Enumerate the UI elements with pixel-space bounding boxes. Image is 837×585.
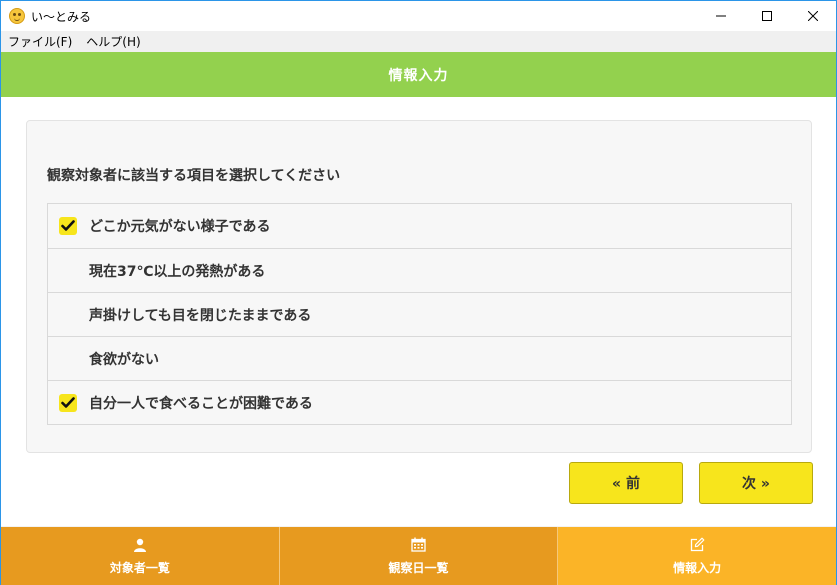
checklist: どこか元気がない様子である 現在37℃以上の発熱がある 声掛けしても目を閉じたま…	[47, 203, 792, 425]
next-button[interactable]: 次 »	[699, 462, 813, 504]
checklist-item-label: どこか元気がない様子である	[89, 219, 271, 235]
checklist-item-label: 声掛けしても目を閉じたままである	[89, 307, 312, 324]
prev-button[interactable]: « 前	[569, 462, 683, 504]
minimize-button[interactable]	[698, 1, 744, 31]
tab-label: 対象者一覧	[109, 560, 170, 575]
selection-prompt: 観察対象者に該当する項目を選択してください	[47, 168, 341, 184]
tab-label: 観察日一覧	[388, 560, 449, 575]
menu-help[interactable]: ヘルプ(H)	[79, 33, 147, 50]
checklist-item-5[interactable]: 自分一人で食べることが困難である	[48, 380, 791, 424]
checklist-item-4[interactable]: 食欲がない	[48, 336, 791, 380]
window-title: い〜とみる	[31, 9, 92, 24]
title-bar[interactable]: い〜とみる	[1, 1, 836, 31]
checkbox[interactable]	[59, 350, 77, 368]
checklist-item-3[interactable]: 声掛けしても目を閉じたままである	[48, 292, 791, 336]
calendar-icon	[411, 537, 426, 553]
checkbox[interactable]	[59, 306, 77, 324]
checklist-item-label: 食欲がない	[89, 351, 159, 368]
close-icon	[808, 11, 818, 21]
check-icon	[61, 220, 75, 231]
smiley-icon	[9, 8, 25, 24]
checklist-item-1[interactable]: どこか元気がない様子である	[48, 204, 791, 248]
window-controls	[698, 1, 836, 31]
tab-observation-dates[interactable]: 観察日一覧	[279, 527, 559, 585]
close-button[interactable]	[790, 1, 836, 31]
check-icon	[61, 396, 75, 408]
bottom-nav: 対象者一覧 観察日一覧 情報入力	[1, 526, 837, 585]
edit-icon	[690, 537, 705, 553]
tab-subject-list[interactable]: 対象者一覧	[1, 527, 280, 585]
checklist-item-label: 現在37℃以上の発熱がある	[89, 263, 266, 280]
checkbox[interactable]	[59, 217, 77, 235]
checkbox[interactable]	[59, 262, 77, 280]
maximize-button[interactable]	[744, 1, 790, 31]
menu-file[interactable]: ファイル(F)	[1, 33, 79, 50]
checklist-item-2[interactable]: 現在37℃以上の発熱がある	[48, 248, 791, 292]
minimize-icon	[716, 15, 726, 17]
tab-label: 情報入力	[673, 560, 722, 575]
menu-bar: ファイル(F) ヘルプ(H)	[1, 31, 836, 52]
page-title: 情報入力	[388, 67, 449, 84]
page-header: 情報入力	[1, 52, 836, 97]
checkbox[interactable]	[59, 393, 77, 412]
user-icon	[133, 537, 147, 553]
checklist-item-label: 自分一人で食べることが困難である	[89, 395, 313, 412]
selection-card: 観察対象者に該当する項目を選択してください どこか元気がない様子である 現在37…	[26, 120, 812, 453]
tab-info-input[interactable]: 情報入力	[558, 527, 837, 585]
maximize-icon	[762, 11, 772, 21]
app-window: い〜とみる ファイル(F) ヘルプ(H) 情報入力 観察対象者に該当する項目を選…	[0, 0, 837, 585]
